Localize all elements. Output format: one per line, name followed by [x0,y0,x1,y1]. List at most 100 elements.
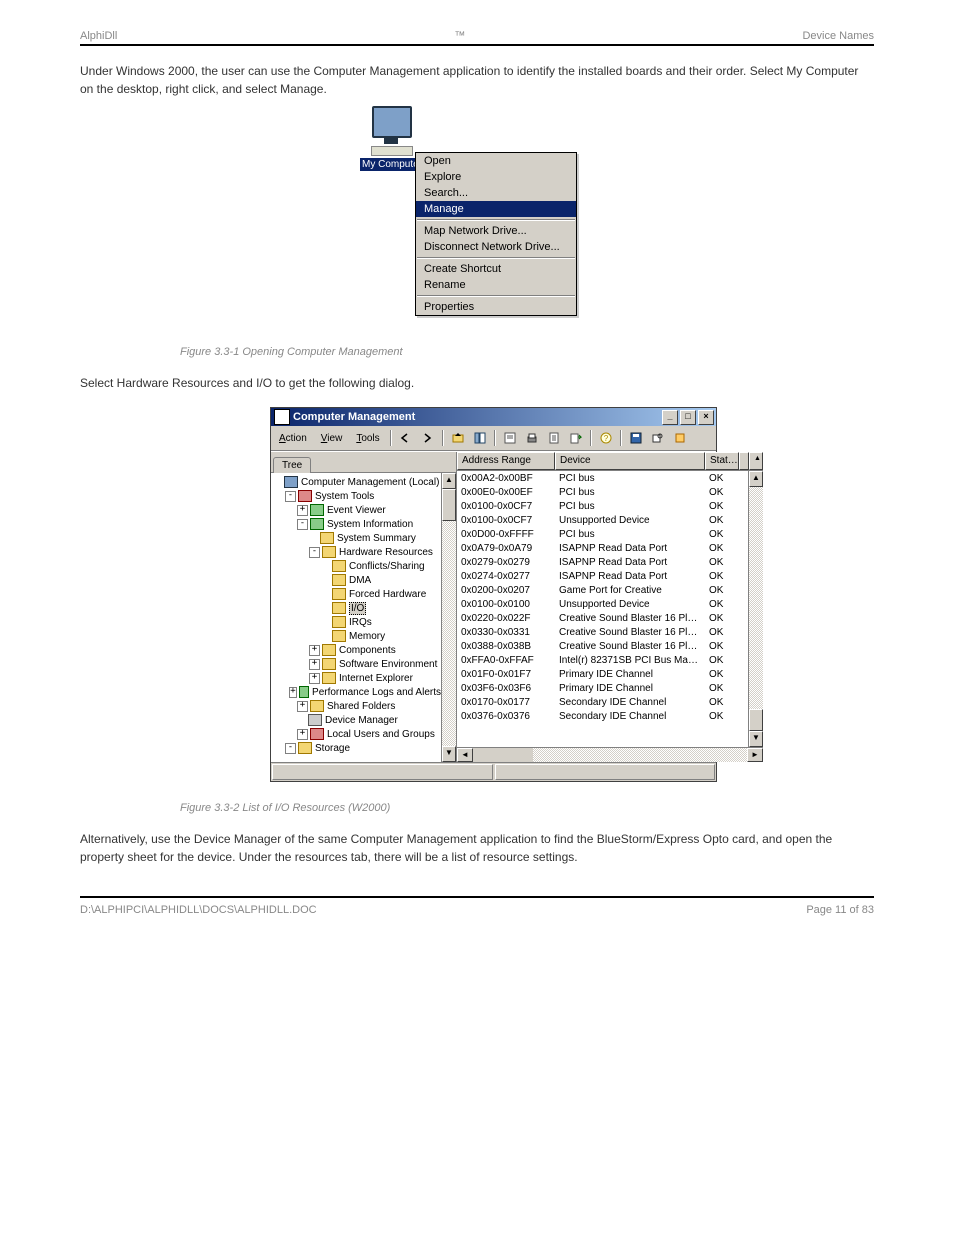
list-row[interactable]: 0x0200-0x0207Game Port for CreativeOK [457,583,748,597]
scroll-track[interactable] [749,487,763,709]
up-button[interactable] [448,428,468,448]
menu-item-properties[interactable]: Properties [416,299,576,315]
expand-icon[interactable]: + [309,659,320,670]
tree-item[interactable]: +Internet Explorer [271,671,441,685]
nav-back-button[interactable] [396,428,416,448]
list-row[interactable]: 0x03F6-0x03F6Primary IDE ChannelOK [457,681,748,695]
menu-item-disconnect-network-drive[interactable]: Disconnect Network Drive... [416,239,576,255]
menu-item-explore[interactable]: Explore [416,169,576,185]
scroll-down-icon[interactable]: ▼ [749,731,763,747]
list-view[interactable]: 0x00A2-0x00BFPCI busOK0x00E0-0x00EFPCI b… [457,471,748,747]
scroll-up-icon[interactable]: ▲ [442,473,456,489]
stop-button[interactable] [670,428,690,448]
minimize-button[interactable]: _ [662,410,678,425]
scroll-left-icon[interactable]: ◄ [457,748,473,762]
tree-item[interactable]: +Performance Logs and Alerts [271,685,441,699]
menu-item-manage[interactable]: Manage [416,201,576,217]
column-header[interactable]: Device [555,452,705,470]
list-row[interactable]: 0x0330-0x0331Creative Sound Blaster 16 P… [457,625,748,639]
expand-icon[interactable]: + [297,505,308,516]
scroll-right-icon[interactable]: ► [747,748,763,762]
scroll-track[interactable] [533,748,747,762]
menu-view[interactable]: View [315,431,349,446]
expand-icon[interactable]: + [297,729,308,740]
list-row[interactable]: 0x0170-0x0177Secondary IDE ChannelOK [457,695,748,709]
tree-item[interactable]: Conflicts/Sharing [271,559,441,573]
expand-icon[interactable]: + [309,673,320,684]
tree-item[interactable]: Memory [271,629,441,643]
tree-item[interactable]: I/O [271,601,441,615]
tree-item[interactable]: IRQs [271,615,441,629]
tree-item[interactable]: +Shared Folders [271,699,441,713]
menu-item-open[interactable]: Open [416,153,576,169]
expand-icon[interactable]: + [289,687,297,698]
list-row[interactable]: 0x0279-0x0279ISAPNP Read Data PortOK [457,555,748,569]
tree-item[interactable]: -Storage [271,741,441,755]
list-row[interactable]: 0x0100-0x0100Unsupported DeviceOK [457,597,748,611]
scroll-up-icon[interactable]: ▲ [749,471,763,487]
list-row[interactable]: 0x0220-0x022FCreative Sound Blaster 16 P… [457,611,748,625]
nav-forward-button[interactable] [418,428,438,448]
scroll-down-icon[interactable]: ▼ [442,746,456,762]
tree-item[interactable]: DMA [271,573,441,587]
list-scrollbar[interactable]: ▲ ▼ [748,471,763,747]
menu-item-create-shortcut[interactable]: Create Shortcut [416,261,576,277]
list-row[interactable]: 0x0D00-0xFFFFPCI busOK [457,527,748,541]
list-row[interactable]: 0x00A2-0x00BFPCI busOK [457,471,748,485]
list-row[interactable]: 0xFFA0-0xFFAFIntel(r) 82371SB PCI Bus Ma… [457,653,748,667]
column-header[interactable]: Stat… [705,452,739,470]
collapse-icon[interactable]: - [309,547,320,558]
print-button[interactable] [522,428,542,448]
collapse-icon[interactable]: - [297,519,308,530]
tree-item[interactable]: -System Tools [271,489,441,503]
tree-item[interactable]: Forced Hardware [271,587,441,601]
scroll-track[interactable] [442,521,456,746]
tree-item[interactable]: +Event Viewer [271,503,441,517]
list-row[interactable]: 0x0274-0x0277ISAPNP Read Data PortOK [457,569,748,583]
sort-indicator-icon[interactable]: ▲ [749,452,763,470]
tree-item[interactable]: +Components [271,643,441,657]
scroll-thumb[interactable] [473,748,533,762]
titlebar[interactable]: Computer Management _ □ × [271,408,716,426]
help-button[interactable]: ? [596,428,616,448]
tree-item[interactable]: -System Information [271,517,441,531]
tree-item[interactable]: +Local Users and Groups [271,727,441,741]
list-row[interactable]: 0x0A79-0x0A79ISAPNP Read Data PortOK [457,541,748,555]
close-button[interactable]: × [698,410,714,425]
menu-action[interactable]: Action [273,431,313,446]
tree-item[interactable]: Computer Management (Local) [271,475,441,489]
list-row[interactable]: 0x0388-0x038BCreative Sound Blaster 16 P… [457,639,748,653]
tab-tree[interactable]: Tree [273,457,311,473]
show-hide-button[interactable] [470,428,490,448]
properties-button[interactable] [500,428,520,448]
tree-view[interactable]: Computer Management (Local)-System Tools… [271,473,441,762]
tree-scrollbar[interactable]: ▲ ▼ [441,473,456,762]
column-header[interactable]: Address Range [457,452,555,470]
tree-item[interactable]: +Software Environment [271,657,441,671]
expand-icon[interactable]: + [297,701,308,712]
find-button[interactable] [648,428,668,448]
tree-item[interactable]: Device Manager [271,713,441,727]
collapse-icon[interactable]: - [285,491,296,502]
list-row[interactable]: 0x0100-0x0CF7PCI busOK [457,499,748,513]
column-headers[interactable]: Address RangeDeviceStat… ▲ [457,452,763,471]
expand-icon[interactable]: + [309,645,320,656]
tree-item[interactable]: System Summary [271,531,441,545]
list-row[interactable]: 0x00E0-0x00EFPCI busOK [457,485,748,499]
list-row[interactable]: 0x01F0-0x01F7Primary IDE ChannelOK [457,667,748,681]
scroll-thumb[interactable] [442,489,456,521]
list-row[interactable]: 0x0376-0x0376Secondary IDE ChannelOK [457,709,748,723]
scroll-thumb[interactable] [749,709,763,731]
menu-item-search[interactable]: Search... [416,185,576,201]
list-hscrollbar[interactable]: ◄ ► [457,747,763,762]
refresh-button[interactable] [544,428,564,448]
menu-item-rename[interactable]: Rename [416,277,576,293]
list-row[interactable]: 0x0100-0x0CF7Unsupported DeviceOK [457,513,748,527]
tree-item[interactable]: -Hardware Resources [271,545,441,559]
menu-tools[interactable]: Tools [350,431,385,446]
export-button[interactable] [566,428,586,448]
maximize-button[interactable]: □ [680,410,696,425]
save-button[interactable] [626,428,646,448]
collapse-icon[interactable]: - [285,743,296,754]
menu-item-map-network-drive[interactable]: Map Network Drive... [416,223,576,239]
